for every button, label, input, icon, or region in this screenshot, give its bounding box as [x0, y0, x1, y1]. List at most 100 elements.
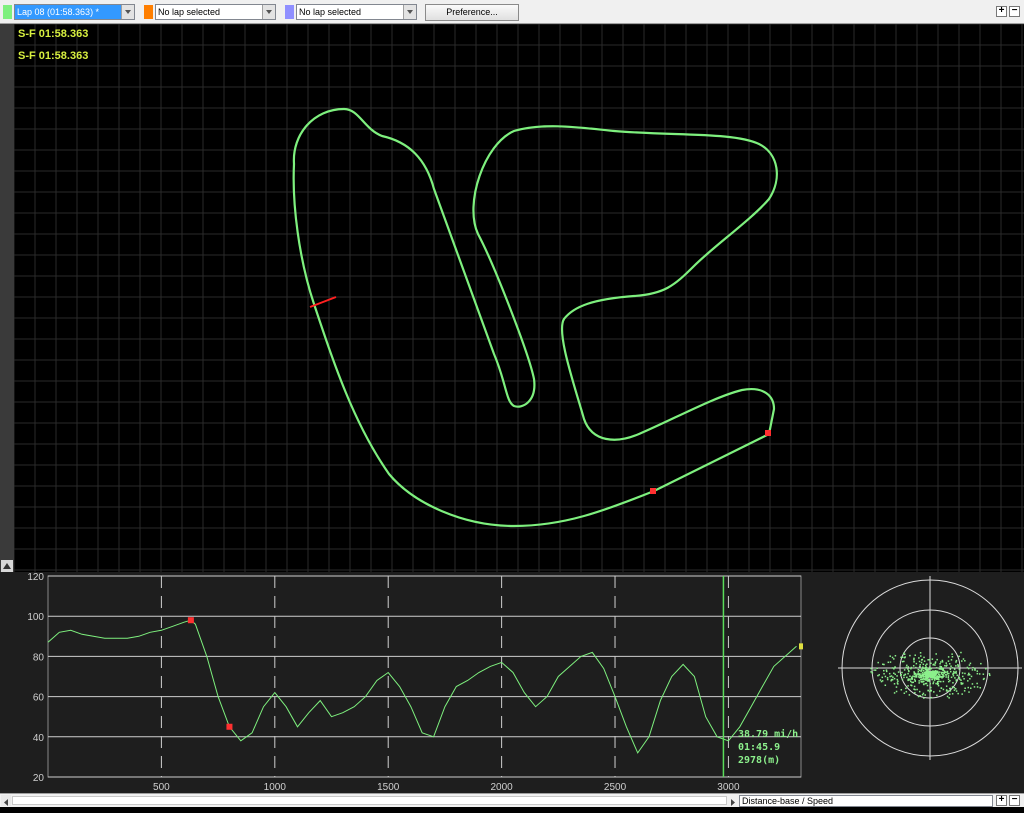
lap1-select-label: Lap 08 (01:58.363) * [17, 7, 100, 17]
horizontal-scrollbar[interactable]: Distance-base / Speed + − [0, 793, 1024, 807]
track-map[interactable] [14, 24, 1024, 572]
gg-point [949, 687, 952, 690]
zoom-out-button[interactable]: − [1009, 6, 1020, 17]
lap3-color-swatch [285, 5, 294, 19]
chevron-down-icon[interactable] [403, 5, 416, 19]
gg-point [900, 656, 902, 659]
gg-point [970, 675, 973, 678]
gg-point [969, 678, 971, 680]
gg-point [967, 674, 969, 676]
gg-point [913, 659, 915, 661]
gg-point [938, 671, 941, 673]
gg-point [891, 656, 894, 659]
graph-panel: 120 100 80 60 40 20 500 1000 1500 2000 2500 3000 38… [0, 572, 1024, 793]
gg-point [870, 671, 872, 673]
graph-zoom-in-button[interactable]: + [996, 795, 1007, 806]
gg-point [955, 665, 957, 667]
lap3-select[interactable]: No lap selected [296, 4, 417, 20]
gg-point [964, 672, 966, 675]
gg-point [918, 682, 920, 684]
graph-type-label: Distance-base / Speed [742, 796, 834, 806]
graph-zoom-out-button[interactable]: − [1009, 795, 1020, 806]
lap2-color-swatch [144, 5, 153, 19]
track-map-panel[interactable]: S-F 01:58.363 S-F 01:58.363 [14, 24, 1024, 572]
gg-point [923, 678, 925, 681]
gg-point [931, 658, 934, 660]
lap1-select[interactable]: Lap 08 (01:58.363) * [14, 4, 135, 20]
gg-point [886, 677, 889, 679]
scroll-left-button[interactable] [1, 795, 11, 806]
gg-point [942, 688, 945, 691]
gg-point [953, 689, 956, 691]
gg-plot[interactable] [824, 572, 1024, 793]
gg-point [939, 665, 941, 668]
gg-point [925, 670, 927, 673]
gg-point [917, 670, 920, 673]
lap2-select[interactable]: No lap selected [155, 4, 276, 20]
gg-point [908, 694, 911, 696]
x-tick-label: 3000 [717, 782, 740, 793]
gg-point [976, 686, 979, 688]
gg-point [907, 668, 909, 670]
gg-point [947, 660, 950, 662]
gg-point [893, 672, 895, 674]
gg-point [897, 683, 899, 685]
chevron-down-icon[interactable] [121, 5, 134, 19]
y-tick-label: 100 [27, 612, 44, 623]
gg-point [962, 675, 964, 678]
gg-point [979, 686, 982, 689]
gg-point [920, 659, 923, 661]
gg-point [945, 690, 948, 692]
gg-point [955, 690, 958, 692]
zoom-in-button[interactable]: + [996, 6, 1007, 17]
gg-point [952, 675, 955, 677]
gg-point [903, 669, 906, 671]
gg-point [907, 685, 909, 687]
gg-point [913, 672, 916, 674]
gg-point [971, 669, 974, 671]
x-tick-label: 1000 [264, 782, 287, 793]
scroll-thumb[interactable] [12, 796, 727, 805]
gg-point [890, 675, 893, 677]
gg-point [947, 675, 950, 677]
lap1-color-swatch [3, 5, 12, 19]
gg-point [967, 686, 969, 689]
gg-point [897, 671, 900, 673]
gg-point [955, 688, 957, 690]
gg-point [973, 686, 976, 688]
gg-point [949, 690, 952, 692]
gg-point [924, 679, 927, 681]
gg-point [937, 678, 940, 681]
gg-point [920, 655, 922, 657]
gg-point [928, 675, 930, 677]
gg-point [955, 670, 957, 673]
gg-point [953, 686, 956, 689]
gg-point [886, 678, 889, 681]
gg-point [897, 680, 899, 683]
gg-point [961, 660, 963, 662]
gg-point [943, 670, 946, 672]
gg-point [940, 661, 942, 663]
scroll-right-button[interactable] [728, 795, 738, 806]
gg-point [933, 676, 936, 679]
speed-chart[interactable]: 120 100 80 60 40 20 500 1000 1500 2000 2500 3000 [0, 572, 820, 793]
gg-point [955, 661, 957, 663]
preference-button[interactable]: Preference... [425, 4, 519, 21]
gg-point [938, 680, 940, 683]
gg-point [923, 697, 925, 699]
gg-point [932, 682, 934, 685]
gg-point [903, 660, 905, 663]
gg-point [901, 678, 904, 681]
chevron-down-icon[interactable] [262, 5, 275, 19]
x-tick-label: 1500 [377, 782, 400, 793]
gg-point [939, 690, 941, 692]
gg-point [873, 669, 875, 671]
gg-point [938, 668, 941, 670]
gg-point [922, 666, 924, 668]
graph-type-select[interactable]: Distance-base / Speed [739, 795, 993, 807]
gg-point [974, 669, 976, 671]
gg-point [930, 696, 933, 699]
gg-point [932, 663, 935, 666]
gg-point [894, 673, 896, 676]
gg-point [968, 691, 970, 693]
